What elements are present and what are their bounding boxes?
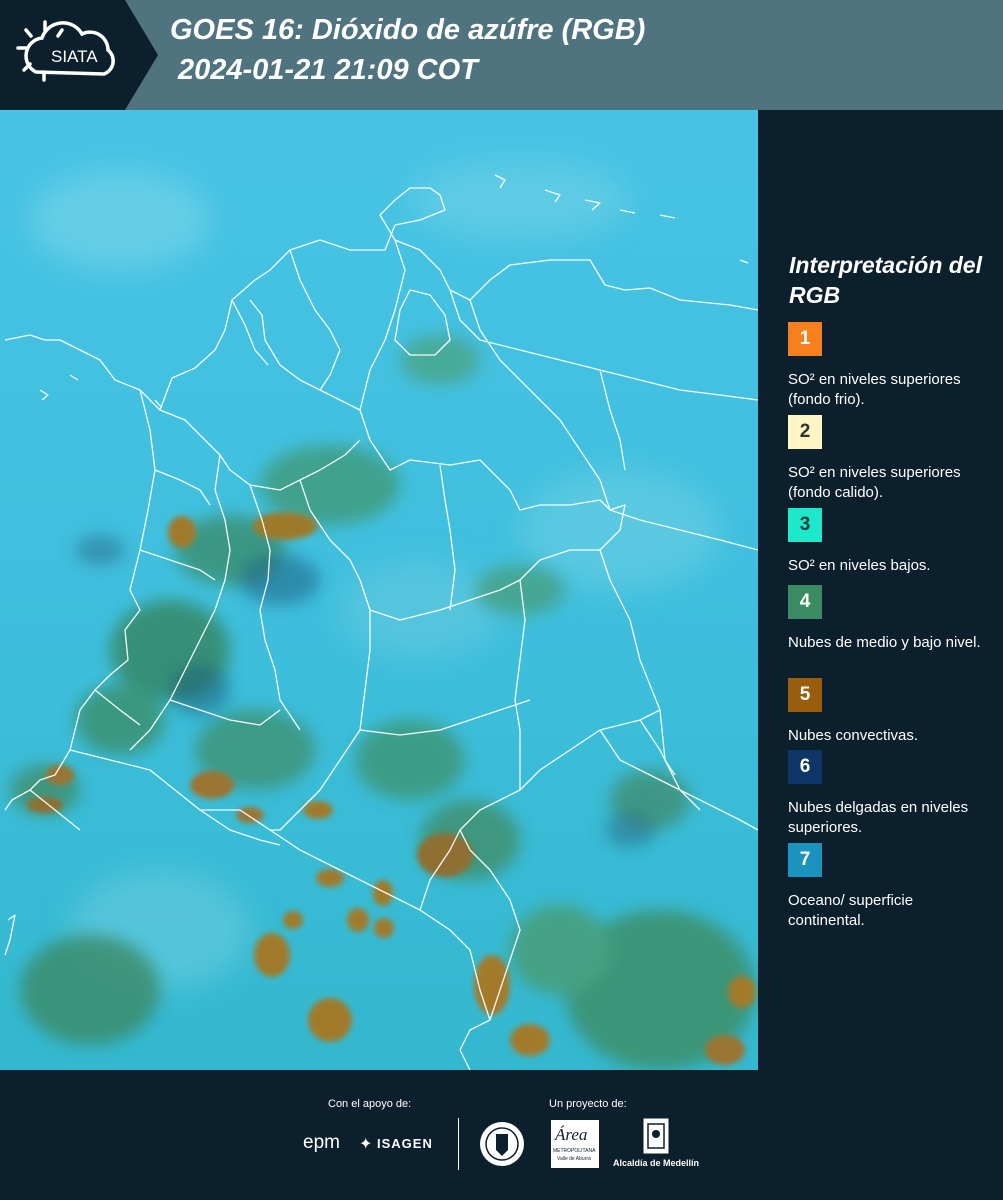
- footer: Con el apoyo de: Un proyecto de: epm ✦ I…: [0, 1070, 1003, 1200]
- legend-panel: Interpretación del RGB 1 SO² en niveles s…: [770, 110, 1003, 1070]
- logo-text: SIATA: [51, 47, 98, 66]
- isagen-mark-icon: ✦: [359, 1136, 373, 1153]
- legend-swatch-7: 7: [788, 843, 822, 877]
- legend-swatch-5: 5: [788, 678, 822, 712]
- legend-description-2: SO² en niveles superiores (fondo calido)…: [788, 464, 961, 501]
- legend-description-5: Nubes convectivas.: [788, 727, 919, 744]
- legend-swatch-2: 2: [788, 415, 822, 449]
- page-title: GOES 16: Dióxido de azúfre (RGB): [170, 14, 646, 46]
- legend-swatch-3: 3: [788, 508, 822, 542]
- legend-description-1: SO² en niveles superiores (fondo frio).: [788, 371, 961, 408]
- header-bar: SIATA GOES 16: Dióxido de azúfre (RGB) 2…: [0, 0, 1003, 110]
- legend-swatch-6: 6: [788, 750, 822, 784]
- medellin-seal-icon: [478, 1120, 526, 1173]
- legend-title: Interpretación del RGB: [789, 252, 982, 308]
- legend-swatch-1: 1: [788, 322, 822, 356]
- support-label: Con el apoyo de:: [328, 1098, 412, 1110]
- satellite-map: [0, 110, 759, 1071]
- legend-swatch-4: 4: [788, 585, 822, 619]
- legend-description-4: Nubes de medio y bajo nivel.: [788, 634, 981, 651]
- alcaldia-label: Alcaldía de Medellín: [613, 1158, 700, 1168]
- alcaldia-shield-icon: [643, 1118, 669, 1163]
- footer-divider: [458, 1118, 459, 1170]
- epm-logo: epm: [303, 1132, 340, 1153]
- timestamp: 2024-01-21 21:09 COT: [178, 54, 478, 86]
- legend-description-6: Nubes delgadas en niveles superiores.: [788, 799, 969, 836]
- project-label: Un proyecto de:: [549, 1098, 627, 1110]
- legend-description-7: Oceano/ superficie continental.: [788, 892, 914, 929]
- area-metropolitana-logo: Área METROPOLITANA Valle de Aburrá: [551, 1120, 599, 1168]
- siata-logo: SIATA: [0, 0, 158, 110]
- isagen-logo: ISAGEN: [377, 1136, 433, 1151]
- legend-description-3: SO² en niveles bajos.: [788, 557, 931, 574]
